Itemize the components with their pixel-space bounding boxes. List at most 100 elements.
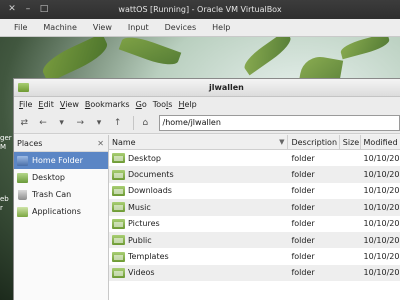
vbox-menu-file[interactable]: File [6, 23, 35, 32]
desktop-icon-label[interactable]: ger [0, 134, 12, 142]
toggle-location-icon[interactable]: ⇄ [17, 115, 32, 131]
table-row[interactable]: Desktop folder 10/10/20 [109, 150, 400, 166]
file-modified: 10/10/20 [363, 170, 400, 180]
folder-icon [112, 185, 125, 196]
sidebar-item-desktop[interactable]: Desktop [14, 169, 108, 186]
vbox-menu-devices[interactable]: Devices [157, 23, 205, 32]
places-header: Places ✕ [14, 135, 108, 152]
wallpaper-leaf [38, 37, 112, 83]
file-size [340, 166, 361, 182]
desktop-icon-label[interactable]: r [0, 204, 3, 212]
forward-icon[interactable]: → [73, 115, 88, 131]
applications-icon [17, 206, 28, 217]
menu-edit[interactable]: Edit [35, 100, 57, 109]
close-icon[interactable]: ✕ [97, 139, 104, 148]
file-manager-window: jlwallen File Edit View Bookmarks Go Too… [13, 78, 400, 300]
file-modified: 10/10/20 [363, 252, 400, 262]
table-row[interactable]: Pictures folder 10/10/20 [109, 216, 400, 232]
folder-icon [112, 267, 125, 278]
home-icon [17, 155, 28, 166]
back-icon[interactable]: ← [36, 115, 51, 131]
table-row[interactable]: Documents folder 10/10/20 [109, 166, 400, 183]
desktop-icon-label[interactable]: eb [0, 195, 9, 203]
sidebar-item-label: Trash Can [32, 190, 72, 199]
location-input[interactable]: /home/jlwallen [158, 114, 400, 131]
location-path: /home/jlwallen [162, 118, 221, 127]
file-name: Videos [128, 268, 155, 278]
sidebar-item-home-folder[interactable]: Home Folder [14, 152, 108, 169]
folder-icon [112, 169, 125, 180]
menu-file[interactable]: File [16, 100, 35, 109]
vbox-menu-machine[interactable]: Machine [35, 23, 85, 32]
file-modified: 10/10/20 [363, 202, 400, 212]
sort-descending-icon: ▼ [279, 138, 285, 146]
sidebar-item-label: Applications [32, 207, 81, 216]
wallpaper-leaf [339, 37, 391, 60]
file-description: folder [291, 252, 315, 262]
file-rows: Desktop folder 10/10/20 Documents folder… [109, 150, 400, 282]
file-modified: 10/10/20 [363, 153, 400, 163]
table-row[interactable]: Templates folder 10/10/20 [109, 248, 400, 264]
file-modified: 10/10/20 [363, 186, 400, 196]
column-header-description[interactable]: Description [288, 135, 340, 149]
file-size [340, 150, 361, 166]
home-icon[interactable]: ⌂ [138, 115, 153, 131]
maximize-icon[interactable]: □ [36, 3, 52, 15]
folder-icon [112, 153, 125, 164]
file-size [340, 248, 361, 264]
folder-app-icon [18, 83, 29, 92]
file-size [340, 265, 361, 281]
vbox-titlebar: wattOS [Running] - Oracle VM VirtualBox … [0, 0, 400, 19]
toolbar-separator [132, 115, 134, 130]
forward-dropdown-icon[interactable]: ▾ [54, 115, 69, 131]
file-name: Pictures [128, 219, 160, 229]
file-manager-menubar: File Edit View Bookmarks Go Tools Help [14, 97, 400, 112]
desktop-icon-label[interactable]: M [0, 143, 6, 151]
menu-tools[interactable]: Tools [150, 100, 176, 109]
file-description: folder [291, 235, 315, 245]
close-icon[interactable]: ✕ [4, 3, 20, 15]
menu-help[interactable]: Help [175, 100, 199, 109]
menu-view[interactable]: View [57, 100, 82, 109]
file-modified: 10/10/20 [363, 268, 400, 278]
table-row[interactable]: Music folder 10/10/20 [109, 199, 400, 216]
file-description: folder [291, 268, 315, 278]
vbox-menubar: File Machine View Input Devices Help [0, 19, 400, 37]
vbox-menu-view[interactable]: View [85, 23, 120, 32]
file-list: Name ▼ Description Size Modified Desktop … [109, 135, 400, 300]
vbox-menu-input[interactable]: Input [120, 23, 157, 32]
file-description: folder [291, 202, 315, 212]
table-row[interactable]: Public folder 10/10/20 [109, 231, 400, 249]
sidebar-item-label: Home Folder [32, 156, 83, 165]
sidebar-item-trash[interactable]: Trash Can [14, 186, 108, 203]
minimize-icon[interactable]: – [20, 3, 36, 15]
folder-icon [112, 235, 125, 246]
menu-bookmarks[interactable]: Bookmarks [82, 100, 133, 109]
vbox-menu-help[interactable]: Help [204, 23, 238, 32]
table-row[interactable]: Videos folder 10/10/20 [109, 264, 400, 282]
file-size [340, 183, 361, 199]
sidebar-item-applications[interactable]: Applications [14, 203, 108, 220]
table-row[interactable]: Downloads folder 10/10/20 [109, 183, 400, 199]
folder-icon [112, 218, 125, 229]
column-header-modified[interactable]: Modified [361, 135, 400, 149]
file-description: folder [291, 186, 315, 196]
file-name: Desktop [128, 153, 161, 163]
file-manager-body: Places ✕ Home Folder Desktop Trash Can A… [14, 135, 400, 300]
desktop-icon [17, 172, 28, 183]
file-modified: 10/10/20 [363, 219, 400, 229]
folder-icon [112, 202, 125, 213]
sidebar-item-label: Desktop [32, 173, 65, 182]
history-dropdown-icon[interactable]: ▾ [92, 115, 107, 131]
column-header-size[interactable]: Size [340, 135, 361, 149]
column-header-name[interactable]: Name ▼ [109, 135, 289, 149]
file-size [340, 199, 361, 215]
file-name: Templates [128, 252, 169, 262]
column-header-row: Name ▼ Description Size Modified [109, 135, 400, 150]
up-icon[interactable]: ↑ [110, 115, 125, 131]
places-title: Places [17, 138, 43, 148]
menu-go[interactable]: Go [133, 100, 150, 109]
wallpaper-leaf [118, 37, 182, 70]
file-manager-titlebar[interactable]: jlwallen [14, 79, 400, 97]
file-name: Documents [128, 170, 174, 180]
